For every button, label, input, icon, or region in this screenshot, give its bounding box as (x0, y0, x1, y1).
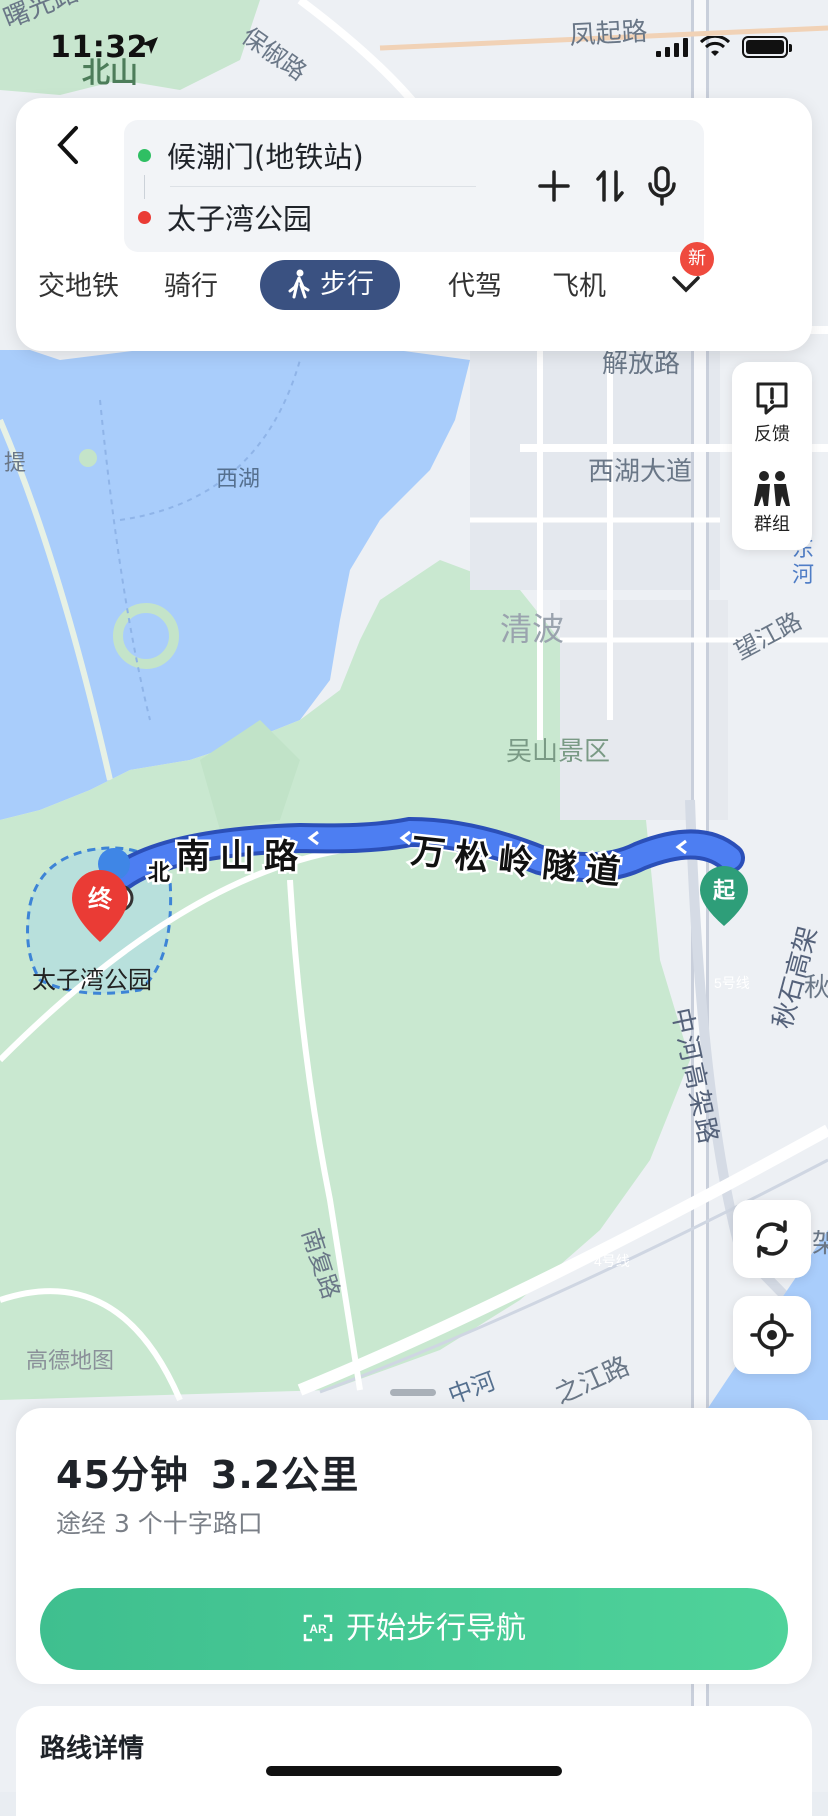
route-label-nanshan-road: 南山路 (176, 838, 308, 876)
map-label-ti: 提 (4, 450, 26, 475)
route-summary-card: 45分钟 3.2公里 途经 3 个十字路口 AR 开始步行导航 (16, 1408, 812, 1684)
origin-text: 候潮门(地铁站) (167, 140, 364, 174)
map-label-amap: 高德地图 (26, 1348, 114, 1373)
group-button[interactable]: 群组 (732, 468, 812, 536)
map-label-qingbo: 清波 (500, 611, 564, 647)
svg-text:AR: AR (309, 1622, 327, 1636)
tab-driver[interactable]: 代驾 (448, 262, 502, 312)
status-bar: 11:32 (0, 0, 828, 100)
swap-icon[interactable] (590, 164, 630, 208)
end-marker-label: 终 (88, 885, 113, 913)
map-label-taiziwan: 太子湾公园 (32, 967, 152, 994)
map-label-line4: 4号线 (594, 1253, 630, 1269)
tab-walking[interactable]: 步行 (260, 260, 400, 310)
wifi-icon (700, 36, 730, 56)
locate-me-button[interactable] (733, 1296, 811, 1374)
destination-field[interactable]: 太子湾公园 (138, 192, 312, 242)
tab-flight[interactable]: 飞机 (552, 262, 606, 312)
feedback-button[interactable]: 反馈 (732, 378, 812, 446)
map-label-wushan: 吴山景区 (506, 736, 610, 766)
route-via: 途经 3 个十字路口 (56, 1509, 263, 1538)
feedback-label: 反馈 (754, 424, 790, 445)
new-badge: 新 (680, 242, 714, 276)
group-icon (754, 471, 790, 506)
cellular-signal-icon (656, 37, 688, 57)
travel-mode-tabs: 交地铁 骑行 步行 代驾 飞机 新 (16, 242, 812, 318)
route-details-card[interactable]: 路线详情 (16, 1706, 812, 1816)
map-label-jiefang-road: 解放路 (602, 348, 680, 378)
refresh-icon (756, 1220, 788, 1258)
home-indicator[interactable] (266, 1766, 562, 1776)
add-waypoint-icon[interactable] (534, 164, 574, 208)
walking-person-icon (288, 269, 310, 299)
destination-text: 太子湾公园 (167, 202, 313, 236)
origin-field[interactable]: 候潮门(地铁站) (138, 130, 364, 180)
back-icon[interactable] (50, 120, 90, 170)
map-label-xihu-avenue: 西湖大道 (588, 456, 692, 486)
route-details-title: 路线详情 (40, 1734, 145, 1764)
map-label-west-lake: 西湖 (216, 466, 260, 491)
map-label-jia: 架 (812, 1228, 828, 1258)
route-summary: 45分钟 3.2公里 (56, 1444, 381, 1499)
route-label-bei: 北 (148, 860, 170, 885)
refresh-route-button[interactable] (733, 1200, 811, 1278)
tab-transit[interactable]: 交地铁 (38, 262, 119, 312)
tab-walking-label: 步行 (320, 269, 374, 300)
start-navigation-label: 开始步行导航 (346, 1611, 526, 1646)
group-label: 群组 (754, 514, 790, 535)
map-label-line5: 5号线 (714, 975, 750, 991)
route-distance: 3.2公里 (210, 1453, 360, 1497)
feedback-icon (756, 382, 788, 415)
map-label-qiu: 秋 (804, 972, 828, 1002)
microphone-icon[interactable] (642, 164, 682, 208)
start-navigation-button[interactable]: AR 开始步行导航 (40, 1588, 788, 1670)
side-tools: 反馈 群组 (732, 362, 812, 550)
map-label-he: 河 (792, 562, 814, 587)
origin-dot-icon (138, 148, 151, 162)
origin-destination-box: 候潮门(地铁站) 太子湾公园 (124, 120, 704, 252)
status-time: 11:32 (50, 30, 148, 65)
battery-icon (742, 36, 792, 58)
tab-cycling[interactable]: 骑行 (164, 262, 218, 312)
sheet-drag-handle[interactable] (390, 1389, 436, 1396)
destination-dot-icon (138, 210, 151, 224)
route-duration: 45分钟 (56, 1453, 189, 1497)
location-arrow-icon (141, 37, 158, 54)
start-marker-label: 起 (712, 878, 736, 903)
route-search-card: 候潮门(地铁站) 太子湾公园 交地铁 骑行 步行 代驾 飞机 新 (16, 98, 812, 351)
crosshair-icon (750, 1313, 794, 1357)
ar-icon: AR (303, 1614, 333, 1642)
